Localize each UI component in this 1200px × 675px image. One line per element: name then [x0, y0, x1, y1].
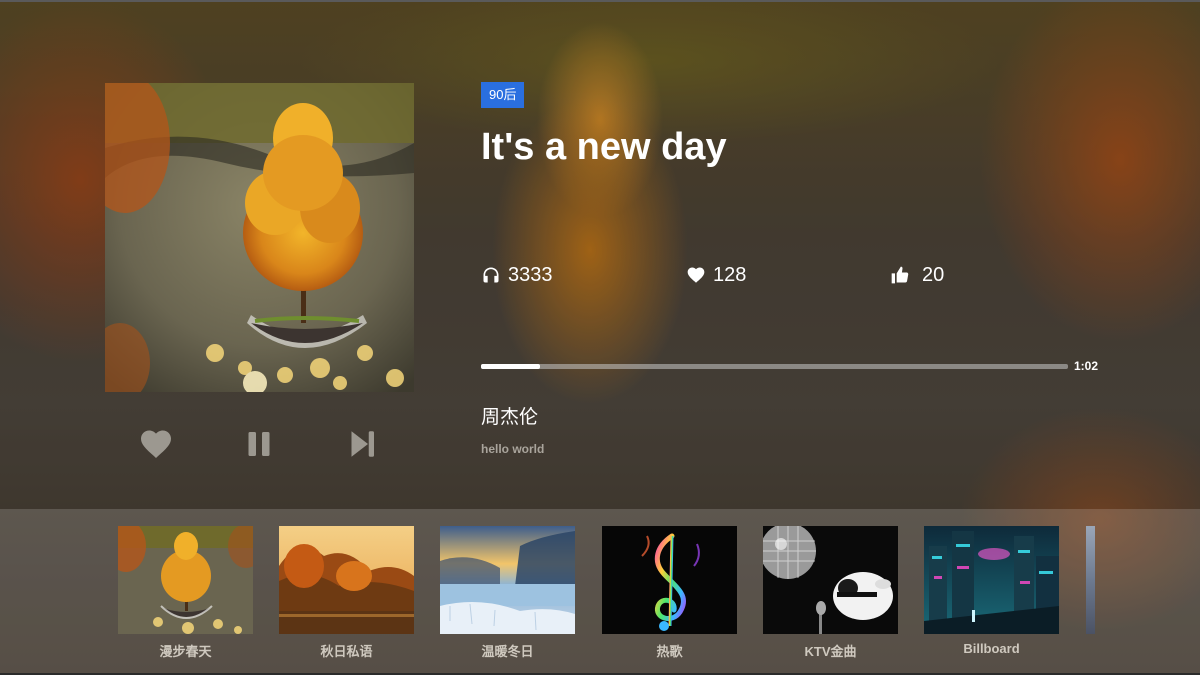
- playlist-card[interactable]: 热歌: [602, 526, 737, 660]
- next-button[interactable]: [344, 426, 380, 462]
- pause-button[interactable]: [241, 426, 277, 462]
- playlist-card[interactable]: KTV金曲: [763, 526, 898, 660]
- play-count: 3333: [481, 263, 553, 287]
- playlist-title: 秋日私语: [320, 644, 373, 659]
- playlist-card[interactable]: 温暖冬日: [440, 526, 575, 660]
- top-border: [0, 0, 1200, 2]
- playlist-thumbnail: [440, 526, 575, 634]
- artist-name[interactable]: 周杰伦: [481, 402, 538, 429]
- playlist-thumbnail: [118, 526, 253, 634]
- current-time: 1:02: [1074, 359, 1099, 373]
- playlist-title: 热歌: [656, 644, 683, 659]
- playlist-card[interactable]: 漫步春天: [118, 526, 253, 660]
- thumbs-up-count-value: 20: [922, 263, 945, 286]
- favorite-count-value: 128: [713, 263, 747, 286]
- playlist-thumbnail: [279, 526, 414, 634]
- thumbs-up-count[interactable]: 20: [890, 263, 944, 287]
- heart-icon: [687, 267, 705, 283]
- progress-fill: [481, 364, 540, 369]
- heart-icon: [141, 430, 171, 458]
- play-count-value: 3333: [508, 263, 553, 286]
- progress-bar[interactable]: [481, 364, 1068, 369]
- song-description: hello world: [481, 442, 545, 456]
- headphones-icon: [483, 267, 499, 283]
- favorite-count[interactable]: 128: [686, 263, 746, 287]
- playlist-title: 漫步春天: [159, 644, 212, 659]
- thumbs-up-icon: [891, 266, 909, 284]
- playlist-title: 温暖冬日: [481, 644, 534, 659]
- album-cover: [105, 83, 414, 392]
- playlist-thumbnail: [924, 526, 1059, 634]
- song-title: It's a new day: [481, 126, 727, 168]
- skip-next-icon: [351, 431, 374, 457]
- playlist-thumbnail: [763, 526, 898, 634]
- playlist-card-partial[interactable]: [1086, 526, 1095, 634]
- playlist-title: Billboard: [963, 641, 1020, 656]
- playlist-thumbnail: [602, 526, 737, 634]
- playlist-card[interactable]: Billboard: [924, 526, 1059, 656]
- playlist-title: KTV金曲: [804, 644, 857, 659]
- like-button[interactable]: [138, 426, 174, 462]
- pause-icon: [248, 432, 270, 456]
- category-tag[interactable]: 90后: [481, 82, 525, 108]
- playlist-card[interactable]: 秋日私语: [279, 526, 414, 660]
